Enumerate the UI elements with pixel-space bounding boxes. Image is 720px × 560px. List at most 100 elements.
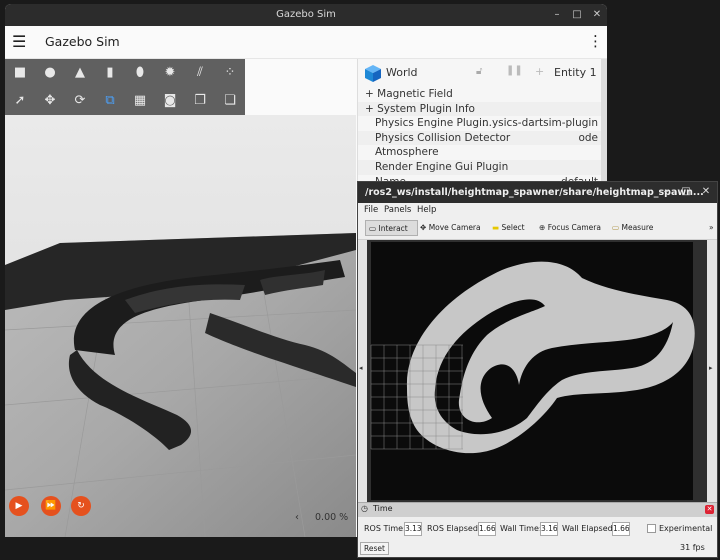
tree-row[interactable]: Atmosphere [358,145,604,160]
tool-label: Select [501,223,525,232]
world-cube-icon [365,65,381,82]
experimental-checkbox[interactable] [647,524,656,533]
tool-focus-camera[interactable]: ⊕ Focus Camera [539,220,601,236]
tree-row-label: + Magnetic Field [365,88,453,100]
add-icon[interactable]: + [535,65,544,78]
tool-label: Move Camera [428,223,481,232]
tree-row-label: Physics Engine Plugin [375,117,489,130]
gazebo-titlebar[interactable]: Gazebo Sim – □ ✕ [5,4,607,26]
wall-elapsed-label: Wall Elapsed: [562,524,616,533]
step-button[interactable]: ⏩ [41,496,61,516]
tree-row-label: Physics Collision Detector [375,131,511,144]
tool-label: Focus Camera [547,223,601,232]
rviz-window-title: /ros2_ws/install/heightmap_spawner/share… [365,187,704,198]
time-panel: ◷ Time ✕ ROS Time: 3.13 ROS Elapsed: 1.6… [358,502,717,557]
hamburger-icon[interactable]: ☰ [12,34,26,50]
tool-interact[interactable]: ▭ Interact [365,220,418,236]
close-button[interactable]: ✕ [589,7,605,23]
rviz-window: /ros2_ws/install/heightmap_spawner/share… [357,181,718,558]
measure-icon: ▭ [612,223,620,232]
rviz-titlebar[interactable]: /ros2_ws/install/heightmap_spawner/share… [358,182,717,203]
sphere-icon[interactable]: ● [35,59,65,87]
entity-tree-header: World 🔓︎ ❚❚ + Entity 1 [358,59,604,87]
tool-select[interactable]: ▬ Select [492,220,525,236]
kebab-menu-icon[interactable]: ⋮ [588,33,603,49]
tree-row[interactable]: + System Plugin Info [358,101,604,117]
left-arrow-icon: ◂ [359,364,363,372]
paste-icon[interactable]: ❏ [215,87,245,115]
capsule-icon[interactable]: ⬮ [125,59,155,87]
tree-row[interactable]: Physics Engine Plugin ...ysics-dartsim-p… [358,116,604,131]
real-time-factor: 0.00 % [315,512,349,523]
lock-icon[interactable]: 🔓︎ [476,66,482,77]
tree-row-label: Render Engine Gui Plugin [375,161,509,173]
tree-row-value: ...ysics-dartsim-plugin [481,117,598,130]
cylinder-icon[interactable]: ▮ [95,59,125,87]
spot-light-icon[interactable]: ⁘ [215,59,245,87]
select-icon: ▬ [492,223,500,232]
sun-icon[interactable]: ✹ [155,59,185,87]
rviz-maximize-button[interactable]: □ [678,184,694,200]
rtf-collapse-icon[interactable]: ‹ [295,512,299,523]
entity-id: Entity 1 [554,66,597,79]
fps-counter: 31 fps [680,543,705,552]
wall-elapsed-field[interactable]: 1.66 [612,522,630,536]
ros-elapsed-label: ROS Elapsed: [427,524,481,533]
right-arrow-icon: ▸ [709,364,713,372]
panel-close-icon[interactable]: ✕ [705,505,714,514]
app-name: Gazebo Sim [45,34,120,49]
grid-icon[interactable]: ▦ [125,87,155,115]
tree-row-label: + System Plugin Info [365,102,475,115]
maximize-button[interactable]: □ [569,7,585,23]
tree-row-value: ode [578,131,598,144]
rviz-minimize-button[interactable]: – [658,184,674,200]
shapes-toolbar: ■ ● ▲ ▮ ⬮ ✹ ⫽ ⁘ ➚ ✥ ⟳ ⧉ ▦ ◙ ❐ ❏ [5,59,245,115]
tool-label: Measure [621,223,654,232]
clock-icon: ◷ [361,504,368,513]
right-dock-collapse[interactable]: ▸ [707,240,717,502]
menu-panels[interactable]: Panels [384,203,411,217]
tree-row[interactable]: + Magnetic Field [358,87,604,102]
play-button[interactable]: ▶ [9,496,29,516]
rviz-toolbar: ▭ Interact ✥ Move Camera ▬ Select ⊕ Focu… [358,217,717,240]
ros-elapsed-field[interactable]: 1.66 [478,522,496,536]
tool-measure[interactable]: ▭ Measure [612,220,653,236]
entity-tree: World 🔓︎ ❚❚ + Entity 1 + Magnetic Field … [357,59,604,189]
left-dock-collapse[interactable]: ◂ [358,240,367,502]
menu-help[interactable]: Help [417,203,436,217]
gazebo-window-title: Gazebo Sim [276,9,336,20]
wall-time-field[interactable]: 3.16 [540,522,558,536]
rviz-close-button[interactable]: ✕ [698,184,714,200]
rviz-render-view[interactable] [367,240,707,502]
reset-simulation-button[interactable]: ↻ [71,496,91,516]
camera-icon[interactable]: ◙ [155,87,185,115]
directional-light-icon[interactable]: ⫽ [185,59,215,87]
translate-icon[interactable]: ✥ [35,87,65,115]
world-title: World [386,66,418,79]
ros-time-field[interactable]: 3.13 [404,522,422,536]
time-panel-header: ◷ Time ✕ [358,502,717,517]
focus-camera-icon: ⊕ [539,223,546,232]
rviz-menubar: File Panels Help [358,203,717,217]
time-panel-title: Time [373,504,393,513]
ros-time-label: ROS Time: [364,524,406,533]
reset-button[interactable]: Reset [360,542,389,555]
rotate-icon[interactable]: ⟳ [65,87,95,115]
interact-icon: ▭ [369,224,377,233]
tree-row[interactable]: Physics Collision Detector ode [358,130,604,146]
toolbar-overflow[interactable]: » [709,220,714,236]
box-icon[interactable]: ■ [5,59,35,87]
entity-tree-scrollbar[interactable] [601,59,607,189]
gazebo-appbar: ☰ Gazebo Sim ⋮ [5,26,607,59]
snap-icon[interactable]: ⧉ [95,87,125,115]
cone-icon[interactable]: ▲ [65,59,95,87]
copy-icon[interactable]: ❐ [185,87,215,115]
minimize-button[interactable]: – [549,7,565,23]
menu-file[interactable]: File [364,203,378,217]
3d-scene[interactable] [5,115,356,537]
select-icon[interactable]: ➚ [5,87,35,115]
experimental-label: Experimental [659,524,713,533]
tree-row[interactable]: Render Engine Gui Plugin [358,160,604,175]
pause-icon[interactable]: ❚❚ [506,65,523,76]
tool-move-camera[interactable]: ✥ Move Camera [420,220,481,236]
